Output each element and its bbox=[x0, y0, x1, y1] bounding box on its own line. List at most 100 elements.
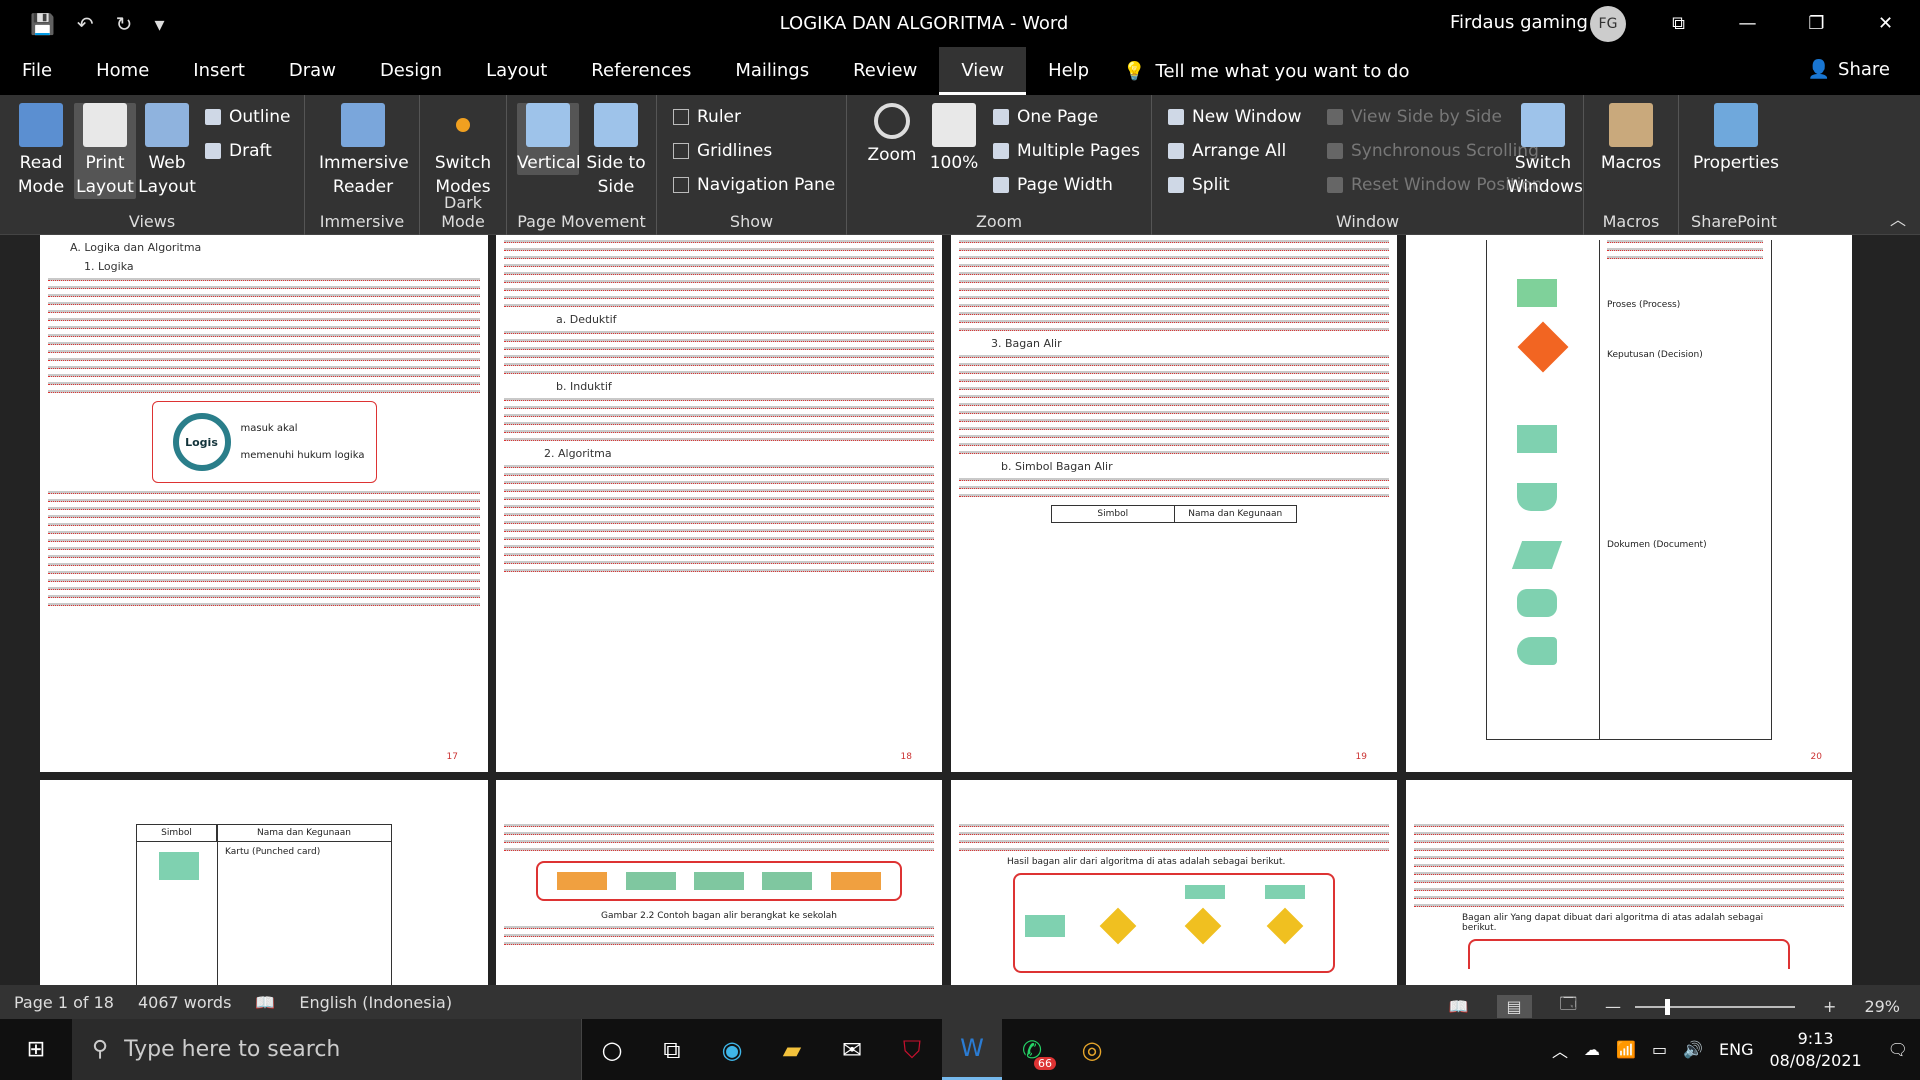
tab-insert[interactable]: Insert bbox=[171, 47, 267, 95]
tab-mailings[interactable]: Mailings bbox=[713, 47, 831, 95]
page-18[interactable]: a. Deduktif b. Induktif 2. Algoritma 18 bbox=[496, 235, 942, 772]
macros-button[interactable]: Macros bbox=[1598, 103, 1664, 175]
arrange-icon bbox=[1168, 143, 1184, 159]
edge-icon[interactable]: ◉ bbox=[702, 1019, 762, 1080]
draft-button[interactable]: Draft bbox=[205, 141, 272, 161]
data-shape bbox=[1511, 541, 1563, 569]
clock[interactable]: 9:13 08/08/2021 bbox=[1769, 1028, 1861, 1072]
ribbon-display-icon[interactable]: ⧉ bbox=[1644, 0, 1713, 47]
whatsapp-icon[interactable]: ✆ 66 bbox=[1002, 1019, 1062, 1080]
close-button[interactable]: ✕ bbox=[1851, 0, 1920, 47]
read-mode-button[interactable]: Read Mode bbox=[10, 103, 72, 199]
status-bar: Page 1 of 18 4067 words 📖 English (Indon… bbox=[0, 985, 1920, 1019]
page-17[interactable]: A. Logika dan Algoritma 1. Logika Logis … bbox=[40, 235, 488, 772]
collapse-ribbon-icon[interactable]: ︿ bbox=[1890, 206, 1906, 230]
ruler-checkbox[interactable]: Ruler bbox=[673, 107, 741, 127]
tab-layout[interactable]: Layout bbox=[464, 47, 569, 95]
page-23[interactable]: Hasil bagan alir dari algoritma di atas … bbox=[951, 780, 1397, 985]
gridlines-checkbox[interactable]: Gridlines bbox=[673, 141, 772, 161]
wifi-icon[interactable]: 📶 bbox=[1616, 1040, 1636, 1059]
share-button[interactable]: 👤 Share bbox=[1808, 59, 1890, 80]
document-area[interactable]: A. Logika dan Algoritma 1. Logika Logis … bbox=[0, 235, 1920, 985]
tab-help[interactable]: Help bbox=[1026, 47, 1111, 95]
immersive-reader-button[interactable]: Immersive Reader bbox=[319, 103, 409, 199]
cloud-icon[interactable]: ☁ bbox=[1584, 1040, 1600, 1059]
arrange-all-button[interactable]: Arrange All bbox=[1168, 141, 1286, 161]
zoom-button[interactable]: Zoom bbox=[861, 103, 923, 167]
paragraph: Hasil bagan alir dari algoritma di atas … bbox=[1007, 857, 1286, 867]
tab-design[interactable]: Design bbox=[358, 47, 464, 95]
navigation-pane-checkbox[interactable]: Navigation Pane bbox=[673, 175, 835, 195]
volume-icon[interactable]: 🔊 bbox=[1683, 1040, 1703, 1059]
tab-review[interactable]: Review bbox=[831, 47, 939, 95]
print-layout-view-icon[interactable]: ▤ bbox=[1496, 995, 1532, 1018]
one-page-button[interactable]: One Page bbox=[993, 107, 1098, 127]
outline-button[interactable]: Outline bbox=[205, 107, 291, 127]
word-taskbar-icon[interactable]: W bbox=[942, 1019, 1002, 1080]
switch-modes-button[interactable]: Switch Modes bbox=[432, 103, 494, 199]
page-subheading: 1. Logika bbox=[84, 260, 134, 273]
minimize-button[interactable]: — bbox=[1713, 0, 1782, 47]
group-macros: Macros Macros bbox=[1584, 95, 1679, 235]
read-mode-view-icon[interactable]: 📖 bbox=[1449, 997, 1469, 1016]
page-20[interactable]: Proses (Process) Keputusan (Decision) Do… bbox=[1406, 235, 1852, 772]
switch-windows-button[interactable]: Switch Windows bbox=[1507, 103, 1583, 199]
group-label: Show bbox=[729, 212, 774, 231]
web-layout-button[interactable]: Web Layout bbox=[136, 103, 198, 199]
side-to-side-button[interactable]: Side to Side bbox=[585, 103, 647, 199]
zoom-level[interactable]: 29% bbox=[1864, 997, 1900, 1016]
properties-button[interactable]: Properties bbox=[1691, 103, 1781, 175]
tell-me-box[interactable]: 💡 Tell me what you want to do bbox=[1111, 61, 1409, 82]
tab-draw[interactable]: Draw bbox=[267, 47, 358, 95]
web-layout-view-icon[interactable]: 🗔 bbox=[1560, 993, 1577, 1020]
group-label: Dark Mode bbox=[441, 193, 485, 231]
tab-view[interactable]: View bbox=[939, 47, 1027, 95]
taskbar-search[interactable]: ⚲ Type here to search bbox=[72, 1019, 582, 1080]
split-button[interactable]: Split bbox=[1168, 175, 1230, 195]
multiple-pages-button[interactable]: Multiple Pages bbox=[993, 141, 1140, 161]
page-count[interactable]: Page 1 of 18 bbox=[14, 993, 114, 1012]
page-19[interactable]: 3. Bagan Alir b. Simbol Bagan Alir Simbo… bbox=[951, 235, 1397, 772]
zoom-slider[interactable] bbox=[1635, 998, 1796, 1015]
page-22[interactable]: Gambar 2.2 Contoh bagan alir berangkat k… bbox=[496, 780, 942, 985]
file-explorer-icon[interactable]: ▰ bbox=[762, 1019, 822, 1080]
tab-file[interactable]: File bbox=[0, 47, 74, 95]
mcafee-icon[interactable]: ⛉ bbox=[882, 1019, 942, 1080]
book-icon bbox=[19, 103, 63, 147]
group-sharepoint: Properties SharePoint bbox=[1679, 95, 1789, 235]
battery-icon[interactable]: ▭ bbox=[1652, 1040, 1667, 1059]
zoom-out-button[interactable]: — bbox=[1605, 997, 1621, 1016]
maximize-button[interactable]: ❐ bbox=[1782, 0, 1851, 47]
print-layout-button[interactable]: Print Layout bbox=[74, 103, 136, 199]
process-shape bbox=[1517, 279, 1557, 307]
word-count[interactable]: 4067 words bbox=[138, 993, 231, 1012]
view-side-by-side-button[interactable]: View Side by Side bbox=[1327, 107, 1502, 127]
checkbox-icon bbox=[673, 109, 689, 125]
language[interactable]: English (Indonesia) bbox=[299, 993, 452, 1012]
vertical-scroll-icon bbox=[526, 103, 570, 147]
notifications-icon[interactable]: 🗨 bbox=[1888, 1040, 1908, 1059]
vertical-button[interactable]: Vertical bbox=[517, 103, 581, 175]
tab-home[interactable]: Home bbox=[74, 47, 171, 95]
zoom-in-button[interactable]: + bbox=[1823, 997, 1836, 1016]
new-window-button[interactable]: New Window bbox=[1168, 107, 1302, 127]
chrome-icon[interactable]: ◎ bbox=[1062, 1019, 1122, 1080]
cortana-icon[interactable]: ○ bbox=[582, 1019, 642, 1080]
tab-references[interactable]: References bbox=[569, 47, 713, 95]
zoom-100-button[interactable]: 100% bbox=[923, 103, 985, 175]
page-21[interactable]: Simbol Nama dan Kegunaan Kartu (Punched … bbox=[40, 780, 488, 985]
input-language[interactable]: ENG bbox=[1719, 1040, 1753, 1059]
symbol-table: Simbol Nama dan Kegunaan Kartu (Punched … bbox=[136, 824, 392, 985]
show-hidden-icons-icon[interactable]: ︿ bbox=[1552, 1038, 1568, 1062]
task-view-icon[interactable]: ⧉ bbox=[642, 1019, 702, 1080]
windows-start-icon[interactable]: ⊞ bbox=[0, 1019, 72, 1080]
section-label: a. Deduktif bbox=[556, 313, 617, 326]
avatar[interactable]: FG bbox=[1590, 6, 1626, 42]
page-width-button[interactable]: Page Width bbox=[993, 175, 1113, 195]
checkbox-icon bbox=[673, 177, 689, 193]
group-zoom: Zoom 100% One Page Multiple Pages Page W… bbox=[847, 95, 1152, 235]
proofing-icon[interactable]: 📖 bbox=[255, 993, 275, 1012]
mail-icon[interactable]: ✉ bbox=[822, 1019, 882, 1080]
page-24[interactable]: Bagan alir Yang dapat dibuat dari algori… bbox=[1406, 780, 1852, 985]
user-name[interactable]: Firdaus gaming bbox=[1450, 12, 1588, 33]
